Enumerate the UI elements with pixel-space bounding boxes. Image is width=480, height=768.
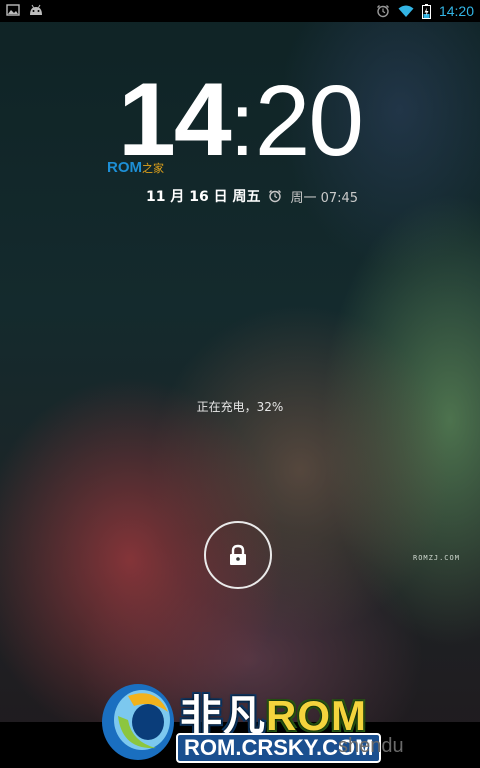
alarm-icon	[376, 5, 389, 18]
lockscreen-clock: 14:20	[118, 68, 364, 175]
charging-status: 正在充电，32%	[196, 400, 284, 414]
lock-screen: 14:20 14:20 ROM之家 11 月 16 日 周五 周一 07:45 …	[0, 0, 480, 768]
alarm-clock-icon	[269, 190, 282, 203]
romzj-watermark-badge: ROM之家	[107, 159, 164, 176]
status-bar-time: 14:20	[438, 3, 474, 19]
date-text: 11 月 16 日 周五	[146, 189, 261, 205]
status-bar: 14:20	[0, 0, 480, 22]
system-icons: 14:20	[376, 0, 474, 22]
next-alarm-text: 周一 07:45	[290, 190, 359, 206]
shendu-watermark: shendu	[338, 735, 404, 757]
gallery-notification-icon	[6, 4, 20, 16]
wifi-icon	[398, 5, 414, 17]
crsky-logo-icon	[102, 684, 174, 760]
clock-minute: 20	[254, 65, 364, 177]
android-notification-icon	[30, 4, 42, 15]
date-alarm-row: 11 月 16 日 周五 周一 07:45	[146, 186, 358, 206]
lock-icon	[230, 544, 246, 565]
clock-separator: :	[229, 75, 255, 175]
battery-charging-icon	[421, 3, 431, 19]
unlock-handle[interactable]	[204, 521, 272, 589]
notification-icons	[6, 3, 44, 17]
romzj-watermark-text: ROMZJ.COM	[413, 554, 460, 562]
